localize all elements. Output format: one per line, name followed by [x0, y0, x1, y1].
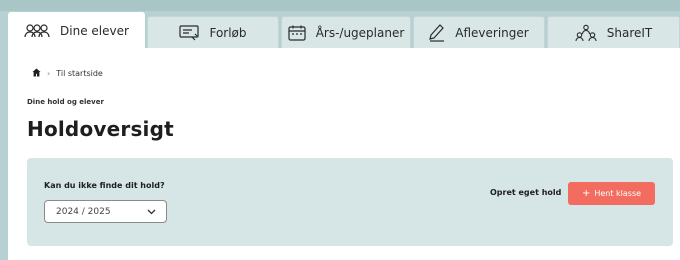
- page-kicker: Dine hold og elever: [27, 98, 104, 106]
- share-people-icon: [575, 24, 597, 42]
- tab-label: ShareIT: [606, 25, 653, 40]
- main-tabs: Dine elever Forløb Års-/ugeplaner Afleve…: [8, 12, 680, 49]
- tab-afleveringer[interactable]: Afleveringer: [413, 16, 545, 48]
- board-icon: [179, 24, 200, 41]
- plus-icon: +: [581, 187, 591, 199]
- breadcrumb-link-start[interactable]: Til startside: [56, 69, 103, 78]
- calendar-icon: [288, 25, 306, 41]
- create-own-class-link[interactable]: Opret eget hold: [490, 188, 561, 197]
- tab-label: Dine elever: [60, 24, 129, 38]
- school-year-value: 2024 / 2025: [56, 206, 111, 217]
- page-title: Holdoversigt: [27, 117, 174, 141]
- main-content: › Til startside Dine hold og elever Hold…: [8, 48, 680, 260]
- tab-label: Afleveringer: [455, 25, 529, 40]
- fetch-class-button[interactable]: + Hent klasse: [568, 182, 655, 205]
- fetch-class-label: Hent klasse: [594, 189, 642, 198]
- top-strip: [0, 0, 680, 11]
- students-icon: [24, 23, 50, 39]
- home-icon[interactable]: [32, 68, 41, 79]
- breadcrumb-separator: ›: [47, 69, 51, 78]
- tab-aars-ugeplaner[interactable]: Års-/ugeplaner: [281, 16, 411, 48]
- breadcrumb: › Til startside: [32, 68, 103, 79]
- tab-forloeb[interactable]: Forløb: [147, 16, 279, 48]
- panel-label: Kan du ikke finde dit hold?: [44, 181, 165, 190]
- pen-icon: [429, 23, 445, 42]
- tab-dine-elever[interactable]: Dine elever: [8, 12, 145, 49]
- chevron-down-icon: [147, 209, 156, 215]
- tab-label: Års-/ugeplaner: [315, 25, 405, 40]
- find-class-panel: Kan du ikke finde dit hold? 2024 / 2025 …: [27, 158, 673, 246]
- tab-shareit[interactable]: ShareIT: [547, 16, 680, 48]
- school-year-select[interactable]: 2024 / 2025: [44, 200, 167, 223]
- tab-label: Forløb: [209, 25, 247, 40]
